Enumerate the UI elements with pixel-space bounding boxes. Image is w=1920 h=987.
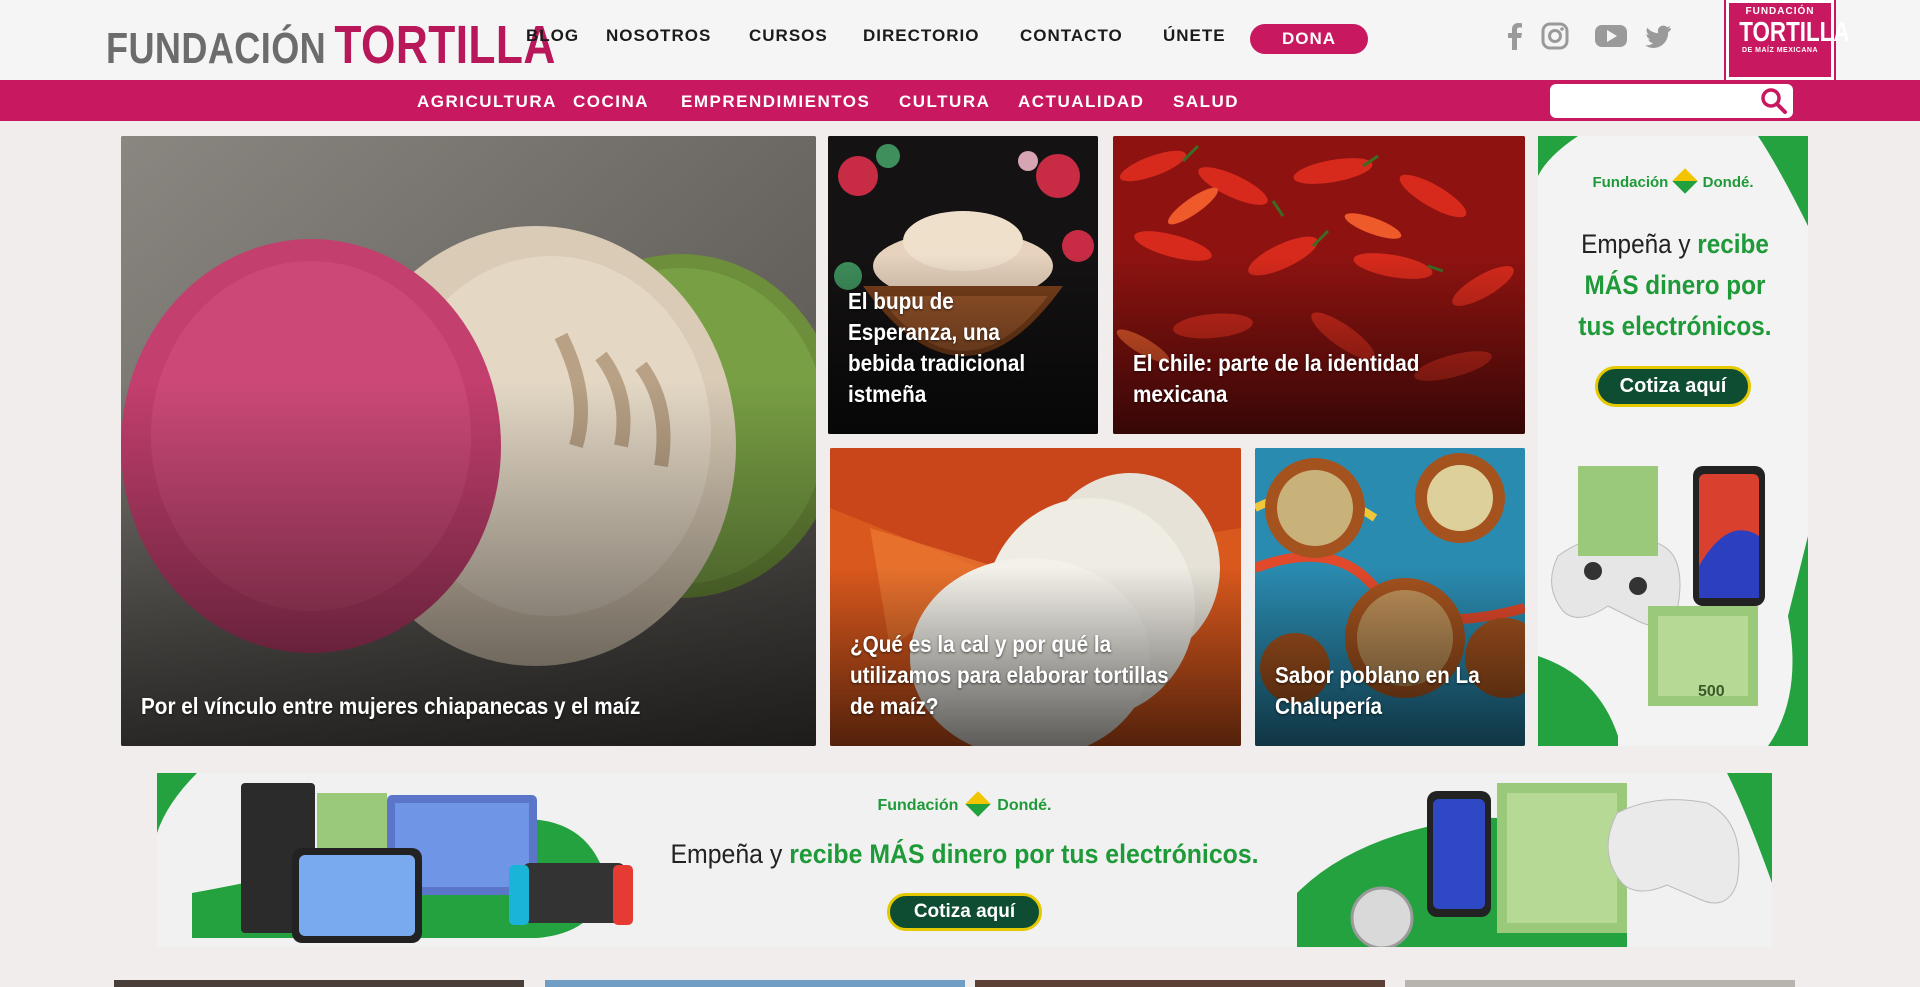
site-logo[interactable]: FUNDACIÓN TORTILLA	[106, 14, 556, 76]
ad-products-image: 500	[1551, 466, 1765, 706]
ad-banner-headline-green: recibe MÁS dinero por tus electrónicos.	[789, 839, 1259, 869]
ad-banner-headline-plain: Empeña y	[670, 839, 783, 869]
article-title[interactable]: Sabor poblano en La Chalupería	[1275, 660, 1484, 722]
fundacion-badge-logo[interactable]: FUNDACIÓN TORTILLA DE MAÍZ MEXICANA	[1724, 0, 1850, 82]
badge-line-3: DE MAÍZ MEXICANA	[1741, 47, 1819, 54]
site-header: FUNDACIÓN TORTILLA BLOG NOSOTROS CURSOS D…	[0, 0, 1920, 82]
nav-directorio[interactable]: DIRECTORIO	[863, 26, 979, 52]
ad-brand: Fundación Dondé.	[1538, 168, 1808, 194]
badge-line-2: TORTILLA	[1739, 16, 1850, 47]
ad-banner-cta-button[interactable]: Cotiza aquí	[886, 893, 1043, 931]
article-title[interactable]: El bupu de Esperanza, una bebida tradici…	[848, 286, 1057, 410]
dona-button[interactable]: DONA	[1250, 24, 1368, 54]
ad-bill-value: 500	[1698, 683, 1725, 700]
ad-cta-wrap: Cotiza aquí	[1592, 366, 1754, 407]
article-card-next-1[interactable]	[114, 980, 524, 987]
ad-vertical[interactable]: Fundación Dondé. Empeña y recibe MÁS din…	[1538, 136, 1808, 746]
article-card-chiapanecas[interactable]: Por el vínculo entre mujeres chiapanecas…	[121, 136, 816, 746]
donde-cube-icon	[965, 791, 991, 817]
nav-nosotros[interactable]: NOSOTROS	[606, 26, 711, 52]
facebook-icon[interactable]	[1500, 21, 1530, 51]
ad-banner-brand: Fundación Dondé.	[157, 791, 1772, 817]
ad-horizontal[interactable]: Fundación Dondé. Empeña y recibe MÁS din…	[157, 773, 1772, 947]
article-title[interactable]: El chile: parte de la identidad mexicana	[1133, 348, 1470, 410]
ad-banner-brand-prefix: Fundación	[877, 797, 959, 814]
instagram-icon[interactable]	[1540, 21, 1570, 51]
article-card-next-2[interactable]	[545, 980, 965, 987]
ad-banner-cta-wrap: Cotiza aquí	[157, 893, 1772, 931]
category-salud[interactable]: SALUD	[1173, 92, 1239, 112]
category-actualidad[interactable]: ACTUALIDAD	[1018, 92, 1144, 112]
article-card-next-3[interactable]	[975, 980, 1385, 987]
badge-line-1: FUNDACIÓN	[1745, 6, 1815, 17]
category-cultura[interactable]: CULTURA	[899, 92, 990, 112]
category-emprendimientos[interactable]: EMPRENDIMIENTOS	[681, 92, 870, 112]
donde-cube-icon	[1672, 168, 1699, 194]
twitter-icon[interactable]	[1643, 21, 1673, 51]
search-input[interactable]	[1550, 84, 1793, 118]
nav-contacto[interactable]: CONTACTO	[1020, 26, 1123, 52]
nav-cursos[interactable]: CURSOS	[749, 26, 828, 52]
article-title[interactable]: Por el vínculo entre mujeres chiapanecas…	[141, 691, 732, 722]
search-icon[interactable]	[1760, 87, 1788, 115]
ad-banner-headline: Empeña y recibe MÁS dinero por tus elect…	[222, 839, 1708, 870]
nav-unete[interactable]: ÚNETE	[1163, 26, 1226, 52]
ad-brand-name: Dondé.	[1702, 174, 1754, 191]
category-agricultura[interactable]: AGRICULTURA	[417, 92, 557, 112]
article-card-bupu[interactable]: El bupu de Esperanza, una bebida tradici…	[828, 136, 1098, 434]
ad-headline: Empeña y recibe MÁS dinero por tus elect…	[1572, 224, 1779, 347]
article-card-chaluperia[interactable]: Sabor poblano en La Chalupería	[1255, 448, 1525, 746]
article-title[interactable]: ¿Qué es la cal y por qué la utilizamos p…	[850, 629, 1186, 722]
article-card-cal[interactable]: ¿Qué es la cal y por qué la utilizamos p…	[830, 448, 1241, 746]
logo-text-fundacion: FUNDACIÓN	[106, 24, 327, 73]
ad-brand-prefix: Fundación	[1592, 174, 1669, 191]
logo-text-tortilla: TORTILLA	[334, 15, 556, 75]
nav-blog[interactable]: BLOG	[526, 26, 579, 52]
article-card-next-4[interactable]	[1405, 980, 1795, 987]
ad-cta-button[interactable]: Cotiza aquí	[1594, 366, 1752, 407]
category-cocina[interactable]: COCINA	[573, 92, 649, 112]
article-card-chile[interactable]: El chile: parte de la identidad mexicana	[1113, 136, 1525, 434]
category-bar: AGRICULTURA COCINA EMPRENDIMIENTOS CULTU…	[0, 80, 1920, 121]
youtube-icon[interactable]	[1594, 21, 1628, 51]
ad-banner-brand-name: Dondé.	[997, 797, 1052, 814]
ad-headline-plain: Empeña y	[1581, 229, 1691, 259]
